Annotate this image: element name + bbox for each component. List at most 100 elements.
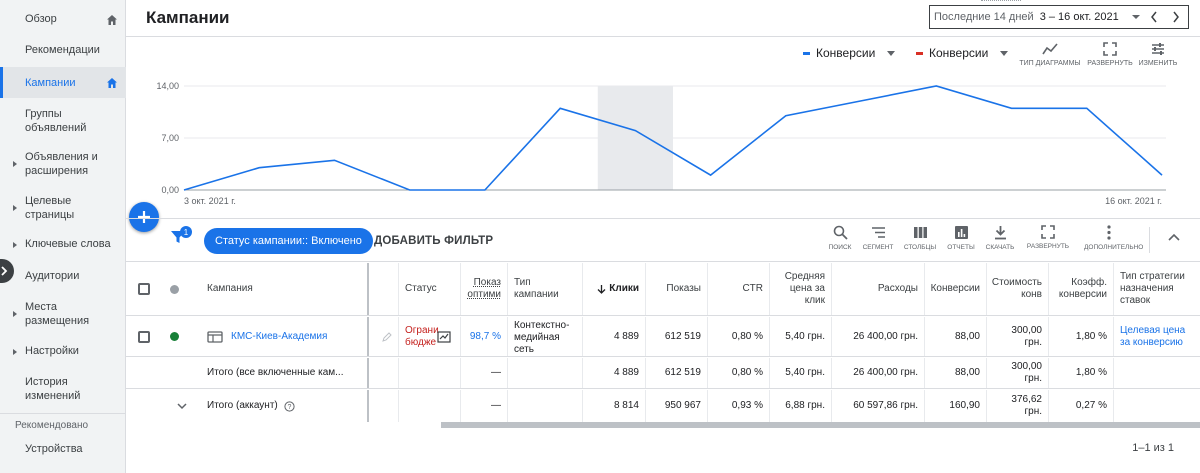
line-chart-icon	[1042, 43, 1058, 55]
sidebar-item-label: Настройки	[25, 345, 79, 357]
filter-chip-campaign-status[interactable]: Статус кампании:: Включено	[204, 228, 373, 254]
totals-ctr: 0,93 %	[708, 390, 770, 422]
select-all-checkbox[interactable]	[126, 263, 162, 315]
reports-icon	[954, 226, 968, 239]
next-period-button[interactable]	[1166, 8, 1186, 26]
column-header-campaign-type[interactable]: Тип кампании	[508, 263, 583, 315]
chevron-up-icon[interactable]	[1168, 233, 1180, 241]
toolbar-download-button[interactable]: СКАЧАТЬ	[977, 225, 1023, 251]
toolbar-more-button[interactable]: ДОПОЛНИТЕЛЬНО	[1084, 225, 1143, 251]
trend-chart-icon[interactable]	[437, 330, 451, 343]
display-campaign-icon	[207, 330, 223, 343]
sidebar-item-label: Места размещения	[25, 301, 90, 327]
tool-label: ИЗМЕНИТЬ	[1138, 60, 1178, 67]
column-header-cost-per-conv[interactable]: Стоимость конв	[987, 263, 1049, 315]
tool-label: СКАЧАТЬ	[985, 244, 1015, 251]
campaign-name-link[interactable]: КМС-Киев-Академия	[201, 317, 369, 356]
checkbox[interactable]	[138, 330, 150, 343]
column-header-status[interactable]: Статус	[399, 263, 461, 315]
totals-label: Итого (аккаунт)	[207, 400, 278, 411]
sidebar-item-ads[interactable]: Объявления и расширения	[0, 150, 110, 178]
arrow-down-icon	[597, 285, 606, 294]
checkbox[interactable]	[138, 283, 150, 295]
impressions-value: 612 519	[646, 317, 708, 356]
sidebar-item-audiences[interactable]: Аудитории	[0, 269, 126, 285]
totals-cost-per-conv: 300,00 грн.	[987, 358, 1049, 388]
totals-conversions: 88,00	[925, 358, 987, 388]
chart-edit-button[interactable]: ИЗМЕНИТЬ	[1127, 42, 1189, 67]
tool-label: РАЗВЕРНУТЬ	[1026, 243, 1070, 250]
sidebar-item-devices[interactable]: Устройства	[0, 442, 126, 458]
sidebar-item-recommendations[interactable]: Рекомендации	[0, 43, 126, 59]
totals-blank	[1114, 358, 1200, 388]
column-header-campaign[interactable]: Кампания	[201, 263, 369, 315]
horizontal-scrollbar[interactable]	[441, 422, 1200, 428]
totals-row-enabled: Итого (все включенные кам... — 4 889 612…	[126, 358, 1200, 389]
totals-spacer	[126, 358, 201, 388]
x-tick-label: 16 окт. 2021 г.	[1105, 196, 1162, 206]
tool-label: ТИП ДИАГРАММЫ	[1019, 60, 1081, 67]
caret-down-icon	[1000, 50, 1009, 56]
conversions-value: 88,00	[925, 317, 987, 356]
date-range-picker[interactable]: Последние 14 дней 3 – 16 окт. 2021	[929, 5, 1189, 29]
totals-conversions: 160,90	[925, 390, 987, 422]
sidebar-item-keywords[interactable]: Ключевые слова	[0, 237, 126, 253]
table-row: КМС-Киев-Академия Ограни бюдже 98,7 % Ко…	[126, 317, 1200, 357]
prev-period-button[interactable]	[1144, 8, 1164, 26]
metric-selector-1[interactable]: Конверсии	[803, 44, 896, 62]
column-header-clicks[interactable]: Клики	[583, 263, 646, 315]
y-tick-label: 7,00	[161, 133, 179, 143]
sidebar-item-overview[interactable]: Обзор	[0, 12, 126, 28]
chart-type-button[interactable]: ТИП ДИАГРАММЫ	[1019, 42, 1081, 67]
metric-selector-2[interactable]: Конверсии	[916, 44, 1009, 62]
totals-blank	[399, 390, 461, 422]
column-header-conversions[interactable]: Конверсии	[925, 263, 987, 315]
totals-cost-per-conv: 376,62 грн.	[987, 390, 1049, 422]
sidebar-item-landing-pages[interactable]: Целевые страницы	[0, 194, 100, 222]
row-checkbox[interactable]	[126, 317, 162, 356]
divider	[0, 413, 126, 414]
status-dot-header	[162, 263, 186, 315]
campaign-type: Контекстно-медийная сеть	[508, 317, 583, 356]
x-tick-label: 3 окт. 2021 г.	[184, 196, 236, 206]
ctr-value: 0,80 %	[708, 317, 770, 356]
help-icon[interactable]: ?	[284, 400, 295, 412]
tool-label: СЕГМЕНТ	[862, 244, 894, 251]
header: Кампании Последние 14 дней 3 – 16 окт. 2…	[126, 0, 1200, 37]
sidebar-item-change-history[interactable]: История изменений	[0, 375, 100, 403]
expand-totals-button[interactable]	[162, 390, 201, 422]
column-header-avg-cpc[interactable]: Средняя цена за клик	[770, 263, 832, 315]
toolbar-columns-button[interactable]: СТОЛБЦЫ	[897, 225, 943, 251]
chevron-down-icon	[176, 402, 187, 409]
home-icon	[107, 77, 117, 88]
add-filter-button[interactable]: ДОБАВИТЬ ФИЛЬТР	[374, 235, 493, 247]
page-title: Кампании	[146, 8, 230, 27]
column-header-bid-strategy[interactable]: Тип стратегии назначения ставок	[1114, 263, 1200, 315]
bid-strategy-link[interactable]: Целевая цена за конверсию	[1114, 317, 1200, 356]
column-header-ctr[interactable]: CTR	[708, 263, 770, 315]
tool-label: ОТЧЕТЫ	[947, 244, 975, 251]
toolbar-segment-button[interactable]: СЕГМЕНТ	[855, 225, 901, 251]
cost-value: 26 400,00 грн.	[832, 317, 925, 356]
column-header-conv-rate[interactable]: Коэфф. конверсии	[1049, 263, 1114, 315]
sidebar-item-settings[interactable]: Настройки	[0, 344, 126, 360]
sidebar-item-campaigns[interactable]: Кампании	[0, 67, 126, 98]
column-header-cost[interactable]: Расходы	[832, 263, 925, 315]
divider	[981, 0, 1021, 4]
sidebar-item-ad-groups[interactable]: Группы объявлений	[0, 107, 110, 135]
totals-conv-rate: 0,27 %	[1049, 390, 1114, 422]
avg-cpc-value: 5,40 грн.	[770, 317, 832, 356]
tool-label: СТОЛБЦЫ	[903, 244, 937, 251]
edit-icon[interactable]	[382, 331, 392, 342]
sidebar-item-placements[interactable]: Места размещения	[0, 300, 100, 328]
toolbar-expand-button[interactable]: РАЗВЕРНУТЬ	[1025, 225, 1071, 250]
column-header-impressions[interactable]: Показы	[646, 263, 708, 315]
totals-impressions: 612 519	[646, 358, 708, 388]
optimization-score[interactable]: 98,7 %	[461, 317, 508, 356]
expand-arrow-icon	[13, 242, 17, 248]
column-header-optimization[interactable]: Показ оптими	[461, 263, 508, 315]
column-header-blank	[369, 263, 399, 315]
divider	[1149, 227, 1150, 253]
totals-blank	[369, 358, 399, 388]
date-range: 3 – 16 окт. 2021	[1039, 11, 1119, 23]
